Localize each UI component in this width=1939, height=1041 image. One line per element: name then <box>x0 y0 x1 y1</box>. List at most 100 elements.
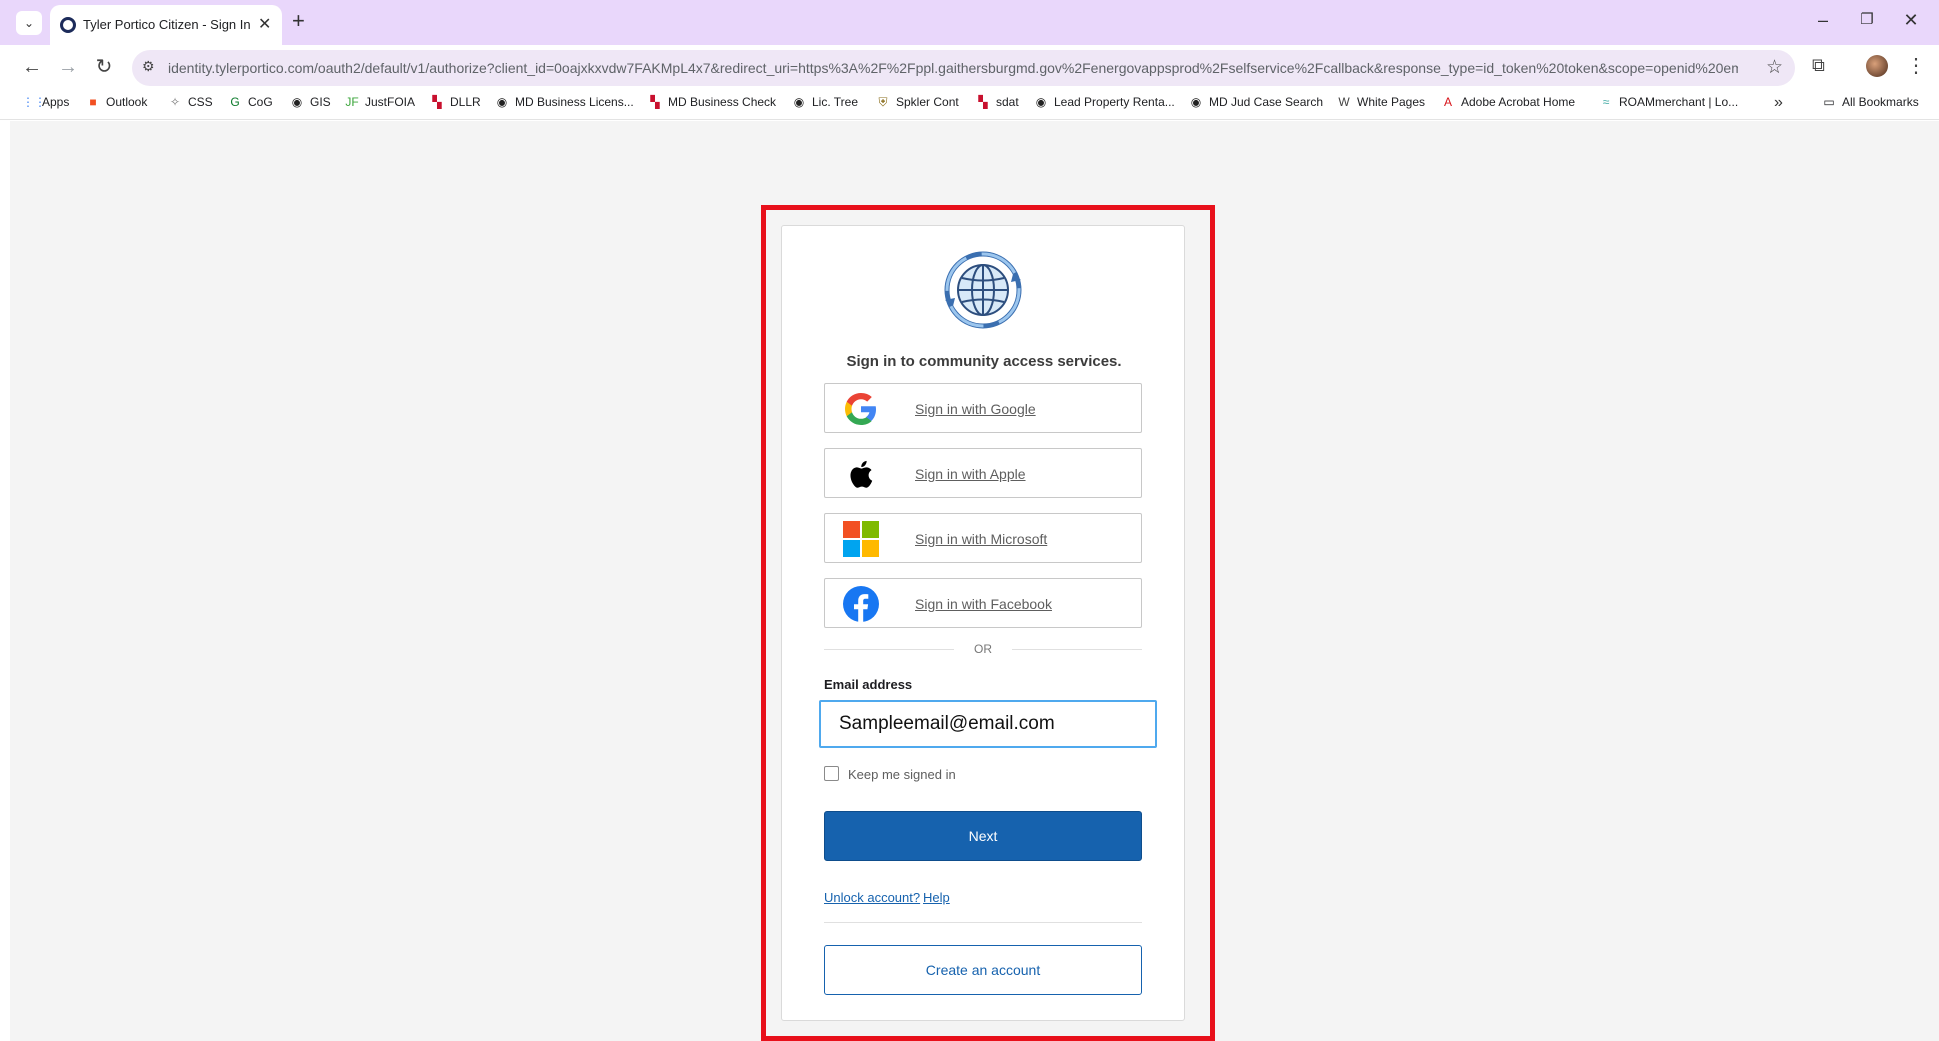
profile-avatar[interactable] <box>1866 55 1888 77</box>
bookmark-label: JustFOIA <box>365 95 416 109</box>
google-icon <box>845 393 876 425</box>
next-button[interactable]: Next <box>824 811 1142 861</box>
reload-icon[interactable]: ↻ <box>91 54 117 80</box>
bookmark-css[interactable]: ✧ CSS <box>168 95 213 109</box>
all-bookmarks-button[interactable]: ▭ All Bookmarks <box>1822 95 1919 109</box>
bookmark-lic-tree[interactable]: ◉ Lic. Tree <box>792 95 858 109</box>
signin-card: Sign in to community access services. Si… <box>781 225 1185 1021</box>
sign-in-google-button[interactable]: Sign in with Google <box>824 383 1142 433</box>
tab-search-chevron-icon[interactable]: ⌄ <box>16 11 42 35</box>
bookmark-apps[interactable]: ⋮⋮ Apps <box>22 95 69 109</box>
tab-close-icon[interactable]: ✕ <box>258 14 271 34</box>
email-field[interactable] <box>819 700 1157 748</box>
bookmark-label: MD Business Check <box>668 95 777 109</box>
globe-icon: ◉ <box>793 95 805 109</box>
facebook-icon <box>843 586 879 622</box>
bookmark-label: White Pages <box>1357 95 1426 109</box>
bookmarks-overflow-icon[interactable]: » <box>1774 94 1783 112</box>
bookmark-label: Outlook <box>106 95 148 109</box>
bookmark-label: MD Jud Case Search <box>1209 95 1324 109</box>
justfoia-icon: JF <box>345 95 359 109</box>
bookmark-label: CSS <box>188 95 213 109</box>
bookmark-md-business-check[interactable]: ▚ MD Business Check <box>648 95 776 109</box>
maryland-flag-icon: ▚ <box>978 95 988 109</box>
bookmark-label: MD Business Licens... <box>515 95 634 109</box>
create-account-button[interactable]: Create an account <box>824 945 1142 995</box>
new-tab-icon[interactable]: + <box>292 8 305 34</box>
globe-icon: ◉ <box>1035 95 1047 109</box>
help-link[interactable]: Help <box>923 890 950 905</box>
globe-logo-icon <box>944 251 1022 329</box>
bookmark-label: GIS <box>310 95 331 109</box>
forward-arrow-icon[interactable]: → <box>55 54 81 80</box>
bookmark-label: CoG <box>248 95 273 109</box>
bookmark-label: Lead Property Renta... <box>1054 95 1175 109</box>
folder-icon: ▭ <box>1823 95 1835 109</box>
bookmark-md-business-licens[interactable]: ◉ MD Business Licens... <box>495 95 634 109</box>
minimize-icon[interactable]: – <box>1808 10 1838 31</box>
bookmark-gis[interactable]: ◉ GIS <box>290 95 331 109</box>
bookmark-justfoia[interactable]: JF JustFOIA <box>345 95 415 109</box>
bookmark-roammerchant-lo[interactable]: ≈ ROAMmerchant | Lo... <box>1599 95 1738 109</box>
sign-in-apple-button[interactable]: Sign in with Apple <box>824 448 1142 498</box>
shield-icon: ⛨ <box>878 95 888 109</box>
restore-icon[interactable]: ❐ <box>1852 10 1882 28</box>
cog-icon: G <box>230 95 240 109</box>
bookmark-cog[interactable]: G CoG <box>228 95 273 109</box>
bookmarks-bar: ⋮⋮ Apps ■ Outlook ✧ CSS G CoG ◉ GIS JF JustFOIA ▚ DLL… <box>0 90 1939 120</box>
bookmark-star-icon[interactable]: ☆ <box>1766 56 1783 79</box>
roam-icon: ≈ <box>1602 95 1610 109</box>
or-divider-line-right <box>1012 649 1142 650</box>
whitepages-icon: W <box>1338 95 1350 109</box>
keep-signed-in-checkbox[interactable] <box>824 766 839 781</box>
bookmark-label: Apps <box>42 95 70 109</box>
bookmark-label: Adobe Acrobat Home <box>1461 95 1576 109</box>
email-label: Email address <box>824 677 913 692</box>
bookmark-lead-property-renta[interactable]: ◉ Lead Property Renta... <box>1034 95 1175 109</box>
bookmark-white-pages[interactable]: W White Pages <box>1337 95 1425 109</box>
bookmark-dllr[interactable]: ▚ DLLR <box>430 95 481 109</box>
sign-in-microsoft-label: Sign in with Microsoft <box>915 531 1048 547</box>
address-bar[interactable]: ⚙ identity.tylerportico.com/oauth2/defau… <box>132 50 1795 86</box>
bookmark-spkler-cont[interactable]: ⛨ Spkler Cont <box>876 95 959 109</box>
unlock-account-link[interactable]: Unlock account? <box>824 890 920 905</box>
bookmark-label: Lic. Tree <box>812 95 859 109</box>
bookmark-label: ROAMmerchant | Lo... <box>1619 95 1739 109</box>
keep-signed-in-label[interactable]: Keep me signed in <box>848 767 956 782</box>
bookmark-sdat[interactable]: ▚ sdat <box>976 95 1018 109</box>
active-tab[interactable]: Tyler Portico Citizen - Sign In ✕ <box>50 5 282 45</box>
or-divider: OR <box>824 641 1142 657</box>
sign-in-apple-label: Sign in with Apple <box>915 466 1026 482</box>
extensions-puzzle-icon[interactable]: ⧉ <box>1812 55 1825 76</box>
tab-bar: ⌄ Tyler Portico Citizen - Sign In ✕ + – … <box>0 0 1939 45</box>
bookmark-label: Spkler Cont <box>896 95 959 109</box>
globe-icon: ◉ <box>496 95 508 109</box>
browser-toolbar: ← → ↻ ⚙ identity.tylerportico.com/oauth2… <box>0 45 1939 90</box>
browser-menu-icon[interactable]: ⋮ <box>1906 53 1926 78</box>
microsoft-icon <box>843 521 879 557</box>
footer-divider <box>824 922 1142 923</box>
back-arrow-icon[interactable]: ← <box>19 54 45 80</box>
bookmark-label: DLLR <box>450 95 481 109</box>
sign-in-facebook-label: Sign in with Facebook <box>915 596 1052 612</box>
site-info-icon[interactable]: ⚙ <box>142 58 155 75</box>
browser-window: ⌄ Tyler Portico Citizen - Sign In ✕ + – … <box>0 0 1939 1041</box>
signin-heading: Sign in to community access services. <box>846 353 1122 370</box>
bookmark-outlook[interactable]: ■ Outlook <box>86 95 147 109</box>
globe-icon: ◉ <box>1190 95 1202 109</box>
apps-grid-icon: ⋮⋮ <box>22 95 46 109</box>
globe-icon: ◉ <box>291 95 303 109</box>
maryland-flag-icon: ▚ <box>650 95 660 109</box>
maryland-flag-icon: ▚ <box>432 95 442 109</box>
bookmark-md-jud-case-search[interactable]: ◉ MD Jud Case Search <box>1189 95 1323 109</box>
all-bookmarks-label: All Bookmarks <box>1842 95 1919 109</box>
tab-title: Tyler Portico Citizen - Sign In <box>83 17 251 32</box>
bookmark-adobe-acrobat-home[interactable]: A Adobe Acrobat Home <box>1441 95 1575 109</box>
close-window-icon[interactable]: ✕ <box>1896 10 1926 31</box>
tyler-favicon-icon <box>60 17 76 33</box>
url-text[interactable]: identity.tylerportico.com/oauth2/default… <box>168 60 1738 76</box>
outlook-icon: ■ <box>89 95 97 109</box>
acrobat-icon: A <box>1443 95 1452 109</box>
sign-in-microsoft-button[interactable]: Sign in with Microsoft <box>824 513 1142 563</box>
sign-in-facebook-button[interactable]: Sign in with Facebook <box>824 578 1142 628</box>
